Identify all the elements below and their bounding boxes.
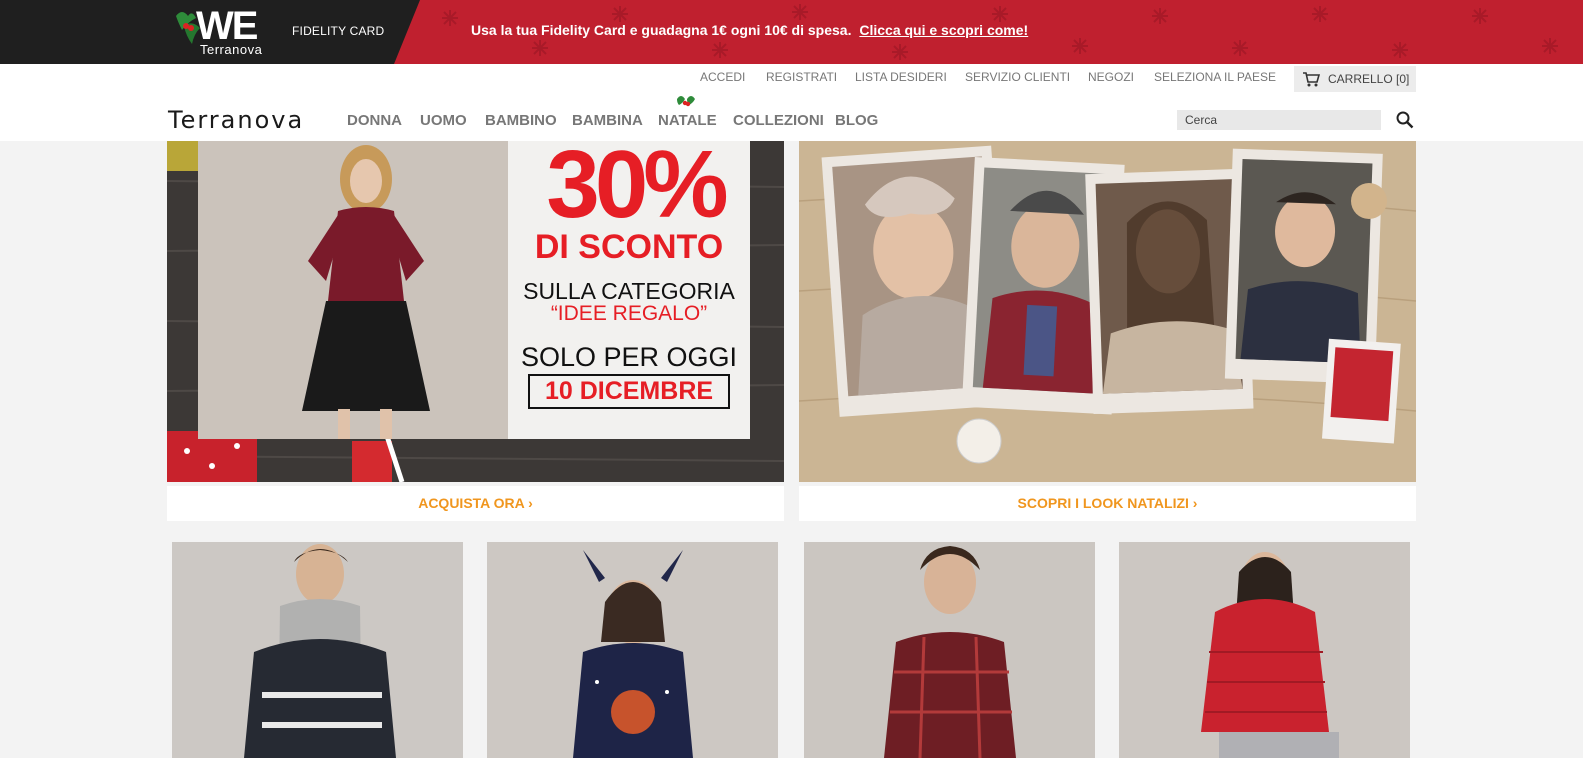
nav-item-bambino[interactable]: BAMBINO xyxy=(485,112,557,129)
we-terranova-logo[interactable]: WE Terranova xyxy=(172,4,272,60)
product-tile-woman-christmas-sweater[interactable] xyxy=(487,542,778,758)
search-input[interactable] xyxy=(1177,110,1381,130)
nav-item-uomo[interactable]: UOMO xyxy=(420,112,467,129)
discover-looks-button[interactable]: SCOPRI I LOOK NATALIZI › xyxy=(799,486,1416,521)
christmas-looks-image xyxy=(799,141,1416,482)
hero-sale-banner[interactable]: 30% DI SCONTO SULLA CATEGORIA “IDEE REGA… xyxy=(167,141,784,482)
sale-date-badge: 10 DICEMBRE xyxy=(528,374,730,409)
we-logo-subtext: Terranova xyxy=(200,42,263,57)
product-image xyxy=(804,542,1095,758)
product-tile-woman-red-jacket[interactable] xyxy=(1119,542,1410,758)
promo-message: Usa la tua Fidelity Card e guadagna 1€ o… xyxy=(471,22,1028,38)
promo-link[interactable]: Clicca qui e scopri come! xyxy=(859,22,1028,38)
nav-item-collezioni[interactable]: COLLEZIONI xyxy=(733,112,824,129)
sale-panel: 30% DI SCONTO SULLA CATEGORIA “IDEE REGA… xyxy=(508,141,750,439)
util-link-lista-desideri[interactable]: LISTA DESIDERI xyxy=(855,70,947,84)
terranova-logo[interactable]: Terranova xyxy=(168,106,304,134)
sale-category-line: SULLA CATEGORIA xyxy=(523,278,735,304)
model-image xyxy=(198,141,508,439)
sale-only-today: SOLO PER OGGI xyxy=(520,342,738,372)
fidelity-promo-banner: WE Terranova FIDELITY CARD Usa la tua Fi… xyxy=(0,0,1583,64)
nav-item-blog[interactable]: BLOG xyxy=(835,112,878,129)
promo-message-text: Usa la tua Fidelity Card e guadagna 1€ o… xyxy=(471,22,852,38)
sale-headline: DI SCONTO xyxy=(534,228,724,266)
nav-item-bambina[interactable]: BAMBINA xyxy=(572,112,643,129)
cart-label: CARRELLO [0] xyxy=(1328,72,1410,86)
product-image xyxy=(487,542,778,758)
hero-christmas-looks-banner[interactable] xyxy=(799,141,1416,482)
cart-button[interactable]: CARRELLO [0] xyxy=(1294,66,1416,92)
product-tile-man-sweater[interactable] xyxy=(172,542,463,758)
holly-icon xyxy=(677,96,695,107)
sale-percent: 30% xyxy=(546,141,728,238)
cart-icon xyxy=(1303,72,1320,87)
nav-item-natale[interactable]: NATALE xyxy=(658,112,717,129)
util-link-seleziona-paese[interactable]: SELEZIONA IL PAESE xyxy=(1154,70,1276,84)
product-image xyxy=(1119,542,1410,758)
search-icon[interactable] xyxy=(1396,111,1414,129)
model-photo xyxy=(198,141,508,439)
nav-item-donna[interactable]: DONNA xyxy=(347,112,402,129)
util-link-accedi[interactable]: ACCEDI xyxy=(700,70,745,84)
product-tile-man-plaid-shirt[interactable] xyxy=(804,542,1095,758)
sale-category-name: “IDEE REGALO” xyxy=(550,302,708,325)
product-image xyxy=(172,542,463,758)
fidelity-card-label[interactable]: FIDELITY CARD xyxy=(292,24,384,38)
util-link-servizio-clienti[interactable]: SERVIZIO CLIENTI xyxy=(965,70,1070,84)
util-link-negozi[interactable]: NEGOZI xyxy=(1088,70,1134,84)
util-link-registrati[interactable]: REGISTRATI xyxy=(766,70,837,84)
shop-now-button[interactable]: ACQUISTA ORA › xyxy=(167,486,784,521)
